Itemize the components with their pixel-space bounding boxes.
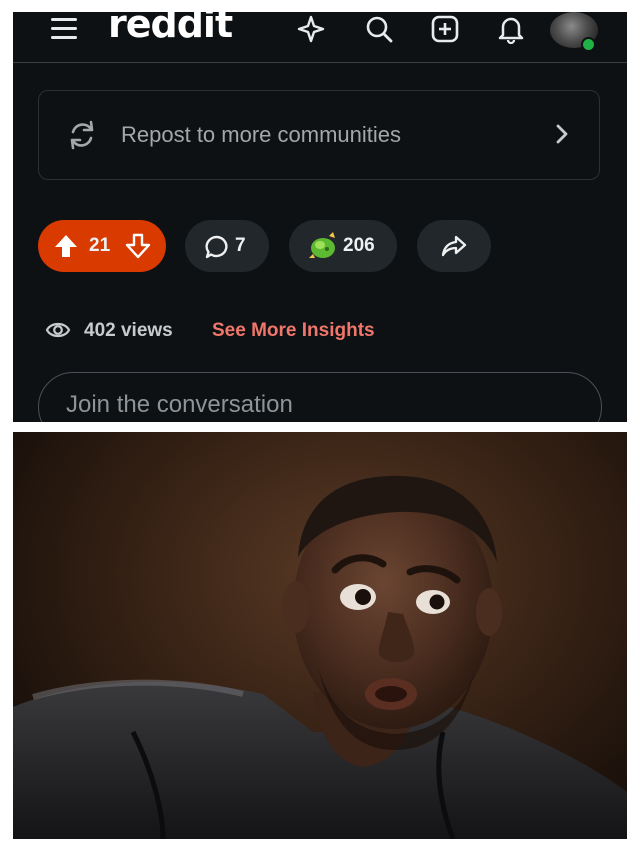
top-navigation-bar: reddit — [13, 12, 627, 63]
share-button[interactable] — [417, 220, 491, 272]
repost-label: Repost to more communities — [121, 122, 401, 147]
surprised-man-illustration — [13, 475, 627, 839]
downvote-icon[interactable] — [125, 233, 151, 259]
award-count: 206 — [343, 235, 375, 256]
chevron-right-icon — [553, 123, 571, 145]
notification-bell-icon[interactable] — [495, 14, 527, 45]
reaction-photo — [13, 432, 627, 839]
view-count: 402 views — [84, 320, 173, 341]
upvote-icon[interactable] — [53, 233, 79, 259]
menu-icon[interactable] — [51, 18, 77, 40]
comment-count: 7 — [235, 235, 246, 256]
reddit-screenshot: reddit Repost to more communities 21 7 2… — [13, 12, 627, 422]
online-status-dot — [581, 37, 596, 52]
share-icon — [441, 235, 467, 257]
user-avatar[interactable] — [550, 12, 598, 52]
ai-sparkle-icon[interactable] — [295, 14, 327, 44]
comments-button[interactable]: 7 — [185, 220, 269, 272]
search-icon[interactable] — [363, 14, 395, 44]
post-action-bar: 21 7 206 — [13, 220, 627, 274]
vote-pill: 21 — [38, 220, 166, 272]
awards-button[interactable]: 206 — [289, 220, 397, 272]
see-more-insights-link[interactable]: See More Insights — [212, 320, 375, 342]
eye-icon — [45, 319, 71, 341]
repost-icon — [65, 118, 99, 152]
upvote-count: 21 — [89, 235, 111, 256]
insights-row: 402 views See More Insights — [13, 317, 627, 347]
comment-placeholder: Join the conversation — [66, 391, 293, 418]
repost-to-communities-button[interactable]: Repost to more communities — [38, 90, 600, 180]
join-conversation-input[interactable]: Join the conversation — [38, 372, 602, 422]
create-post-icon[interactable] — [429, 14, 461, 44]
award-icon — [309, 232, 335, 258]
reddit-logo[interactable]: reddit — [108, 12, 233, 46]
comment-icon — [205, 235, 228, 259]
